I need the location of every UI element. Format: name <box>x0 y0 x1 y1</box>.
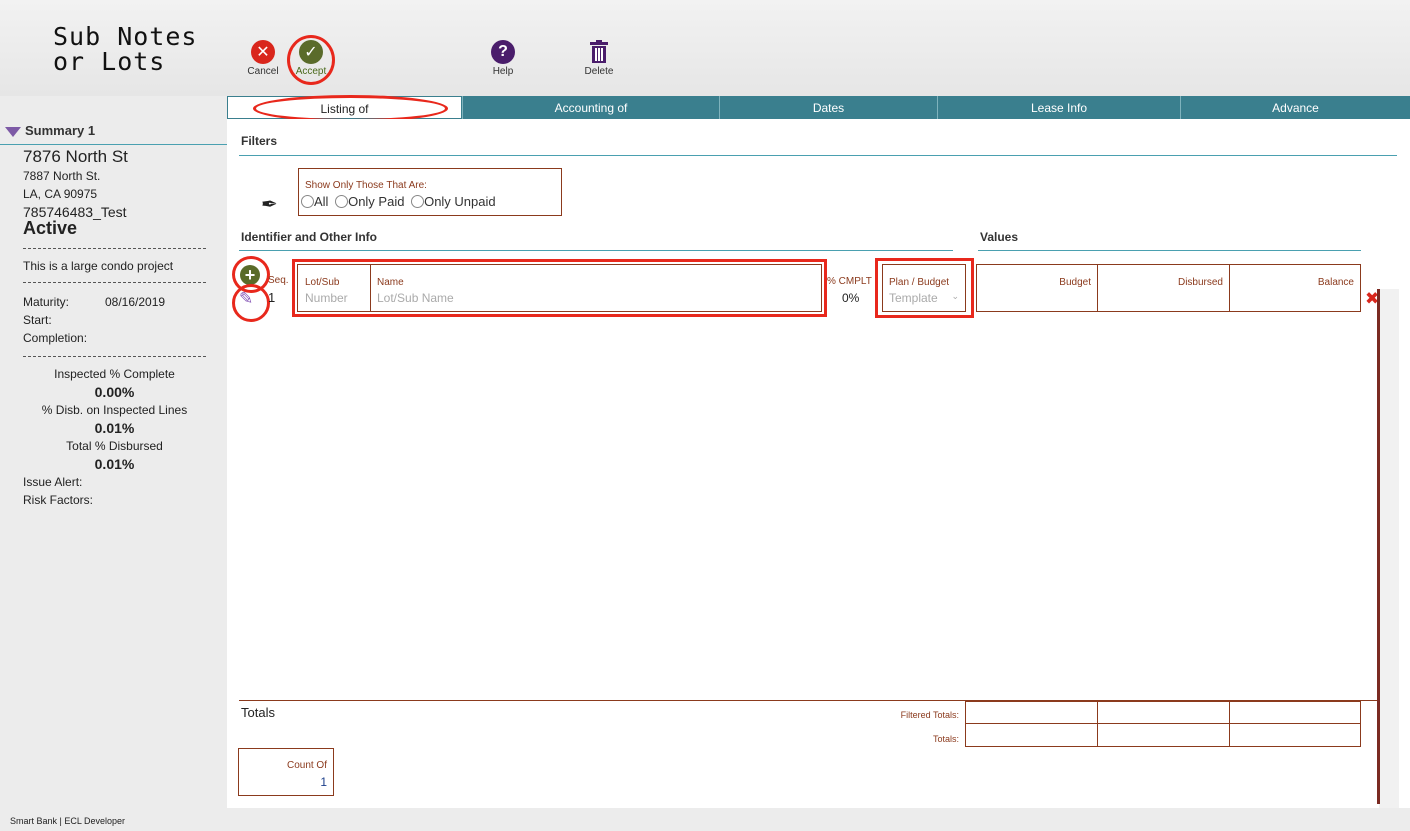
balance-field[interactable]: Balance <box>1229 264 1361 312</box>
cmplt-label: % CMPLT <box>827 276 872 287</box>
balance-total <box>1229 723 1361 747</box>
main-panel: Filters ✒ Show Only Those That Are: All … <box>227 119 1410 820</box>
close-icon: ✕ <box>251 40 275 64</box>
tab-dates[interactable]: Dates <box>719 96 937 119</box>
disb-inspected-label: % Disb. on Inspected Lines <box>41 403 188 417</box>
summary-heading[interactable]: Summary 1 <box>5 123 95 138</box>
help-button[interactable]: ? Help <box>473 40 533 77</box>
filtered-totals-label: Filtered Totals: <box>900 710 959 720</box>
divider <box>23 356 206 357</box>
filter-radio-group: All Only Paid Only Unpaid <box>301 194 496 209</box>
filtered-disbursed-total <box>1097 701 1230 724</box>
count-of-value: 1 <box>320 775 327 789</box>
budget-field[interactable]: Budget <box>976 264 1098 312</box>
filter-group: Show Only Those That Are: All Only Paid … <box>298 168 562 216</box>
filtered-balance-total <box>1229 701 1361 724</box>
app-title: Sub Notes or Lots <box>53 22 198 76</box>
annotation-circle <box>232 284 270 322</box>
totals-heading: Totals <box>241 705 275 720</box>
identifier-heading: Identifier and Other Info <box>241 230 378 244</box>
inspected-label: Inspected % Complete <box>54 367 175 381</box>
cmplt-value: 0% <box>842 291 860 305</box>
delete-button[interactable]: Delete <box>569 40 629 77</box>
tab-advance[interactable]: Advance <box>1180 96 1410 119</box>
trash-icon <box>587 40 611 64</box>
disbursed-field[interactable]: Disbursed <box>1097 264 1230 312</box>
risk-factors-label: Risk Factors: <box>23 493 94 507</box>
divider <box>239 250 953 251</box>
filtered-budget-total <box>965 701 1098 724</box>
annotation-circle <box>253 95 448 122</box>
total-disbursed-label: Total % Disbursed <box>66 439 163 453</box>
header: Sub Notes or Lots ✕ Cancel ✓ Accept ? He… <box>0 0 1410 96</box>
disb-inspected-value: 0.01% <box>94 420 135 436</box>
tab-lease-info[interactable]: Lease Info <box>937 96 1180 119</box>
divider <box>239 155 1397 156</box>
question-icon: ? <box>491 40 515 64</box>
tab-accounting-of[interactable]: Accounting of <box>462 96 719 119</box>
issue-alert-label: Issue Alert: <box>23 475 83 489</box>
triangle-down-icon <box>5 126 21 137</box>
maturity-value: 08/16/2019 <box>105 295 166 309</box>
divider <box>0 144 227 145</box>
radio-only-unpaid[interactable]: Only Unpaid <box>411 194 496 209</box>
seq-value: 1 <box>268 290 276 305</box>
status-text: Active <box>23 218 78 238</box>
annotation-box <box>875 258 974 318</box>
annotation-circle <box>287 35 335 85</box>
marker-icon[interactable]: ✒ <box>261 192 278 217</box>
divider <box>23 248 206 249</box>
count-of-box: Count Of 1 <box>238 748 334 796</box>
count-of-label: Count Of <box>286 760 327 771</box>
totals-label: Totals: <box>932 734 959 744</box>
filter-group-label: Show Only Those That Are: <box>305 180 427 191</box>
values-heading: Values <box>980 230 1019 244</box>
completion-label: Completion: <box>23 331 88 345</box>
start-label: Start: <box>23 313 52 327</box>
scrollbar-thumb[interactable] <box>1377 289 1380 804</box>
summary-sidebar: Summary 1 7876 North St 7887 North St. L… <box>0 96 227 808</box>
radio-all[interactable]: All <box>301 194 328 209</box>
maturity-label: Maturity: <box>23 295 70 309</box>
footer: Smart Bank | ECL Developer <box>0 808 1410 831</box>
disbursed-total <box>1097 723 1230 747</box>
budget-total <box>965 723 1098 747</box>
inspected-value: 0.00% <box>94 384 135 400</box>
divider <box>23 282 206 283</box>
address-line-2: LA, CA 90975 <box>23 187 98 201</box>
scrollbar-track[interactable] <box>1379 289 1399 820</box>
property-name: 7876 North St <box>23 147 128 166</box>
filters-heading: Filters <box>241 134 278 148</box>
description: This is a large condo project <box>23 259 174 273</box>
total-disbursed-value: 0.01% <box>94 456 135 472</box>
radio-only-paid[interactable]: Only Paid <box>335 194 404 209</box>
seq-label: Seq. <box>268 275 289 286</box>
annotation-box <box>292 259 827 317</box>
address-line-1: 7887 North St. <box>23 169 101 183</box>
divider <box>978 250 1361 251</box>
